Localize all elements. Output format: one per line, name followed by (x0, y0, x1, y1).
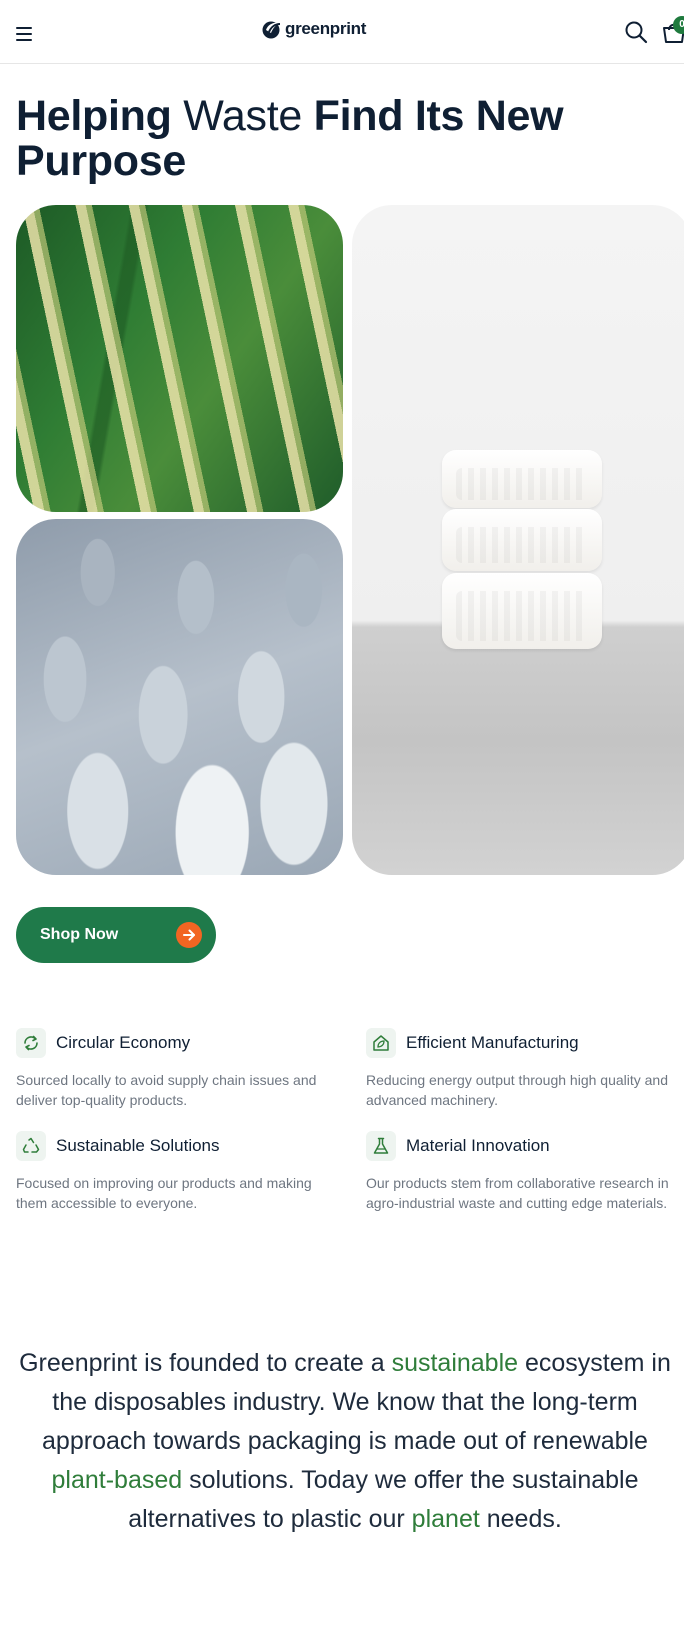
highlight-planet: planet (411, 1505, 480, 1533)
search-button[interactable] (624, 20, 648, 44)
cart-count-badge: 0 (673, 16, 684, 34)
highlight-sustainable: sustainable (391, 1349, 519, 1377)
hero-title: Helping Waste Find Its New Purpose (16, 94, 656, 184)
clamshell-container (442, 509, 602, 571)
brand-logo[interactable]: greenprint (260, 18, 366, 40)
menu-button[interactable] (16, 24, 34, 41)
feature-description: Reducing energy output through high qual… (366, 1072, 668, 1108)
site-header: greenprint 0 (0, 0, 684, 64)
feature-title: Sustainable Solutions (56, 1136, 220, 1155)
feature-description: Focused on improving our products and ma… (16, 1175, 312, 1211)
highlight-plant-based: plant-based (51, 1466, 183, 1494)
feature-title: Efficient Manufacturing (406, 1033, 579, 1052)
brand-name: greenprint (285, 19, 367, 38)
feature-title: Material Innovation (406, 1136, 550, 1155)
feature-description: Sourced locally to avoid supply chain is… (16, 1072, 317, 1108)
shop-now-label: Shop Now (40, 926, 119, 943)
search-icon (625, 21, 648, 44)
sugarcane-stalks-image (16, 205, 343, 512)
feature-description: Our products stem from collaborative res… (366, 1175, 669, 1211)
feature-circular-economy: Circular Economy Sourced locally to avoi… (16, 1028, 336, 1110)
arrow-right-icon (176, 922, 202, 948)
blue-agave-plant-image (16, 519, 343, 875)
molded-fiber-clamshell-containers-image (352, 205, 684, 875)
shop-now-button[interactable]: Shop Now (16, 907, 216, 963)
eco-leaf-icon (366, 1028, 396, 1058)
clamshell-container (442, 450, 602, 508)
hero-title-part-1: Helping (16, 92, 172, 140)
mission-statement: Greenprint is founded to create a sustai… (19, 1349, 671, 1533)
hero-title-part-2: Waste (183, 92, 302, 140)
menu-icon (16, 27, 32, 29)
greenprint-logo-icon (262, 21, 281, 39)
feature-sustainable-solutions: Sustainable Solutions Focused on improvi… (16, 1131, 336, 1213)
feature-title: Circular Economy (56, 1033, 191, 1052)
flask-icon (366, 1131, 396, 1161)
recycle-triangle-icon (16, 1131, 46, 1161)
feature-efficient-manufacturing: Efficient Manufacturing Reducing energy … (366, 1028, 684, 1110)
recycle-cycle-icon (16, 1028, 46, 1058)
clamshell-container (442, 573, 602, 649)
feature-material-innovation: Material Innovation Our products stem fr… (366, 1131, 684, 1213)
